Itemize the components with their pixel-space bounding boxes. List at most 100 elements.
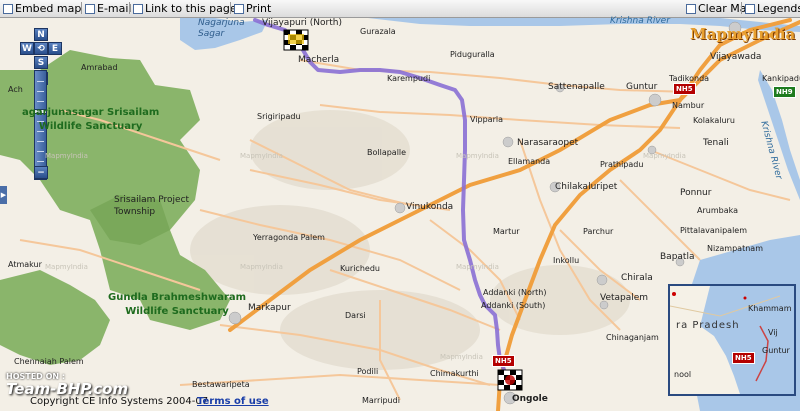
label-amrabad: Amrabad	[81, 63, 118, 72]
label-vetapalem: Vetapalem	[600, 293, 649, 303]
print-button[interactable]: Print	[234, 2, 271, 15]
legends-label: Legends	[757, 2, 800, 15]
label-vipparla: Vipparla	[470, 115, 503, 124]
label-chinaganjam: Chinaganjam	[606, 333, 659, 342]
copyright-text: Copyright CE Info Systems 2004-07	[30, 396, 209, 407]
toolbar-divider	[230, 2, 231, 14]
start-flag-icon[interactable]	[283, 29, 309, 51]
label-martur: Martur	[493, 227, 520, 236]
inset-label-vij: Vij	[768, 328, 778, 337]
label-nizampatnam: Nizampatnam	[707, 244, 763, 253]
label-srigiripadu: Srigiripadu	[257, 112, 301, 121]
watermark: MapmyIndia	[45, 263, 88, 271]
watermark: MapmyIndia	[240, 263, 283, 271]
label-nambur: Nambur	[672, 101, 705, 110]
email-button[interactable]: E-mail	[85, 2, 132, 15]
label-addanki-south: Addanki (South)	[481, 301, 546, 310]
label-chennaiah-palem: Chennaiah Palem	[14, 357, 84, 366]
zoom-tick	[37, 101, 44, 102]
highway-shield-nh5: NH5	[673, 83, 696, 95]
zoom-tick	[37, 81, 44, 82]
label-ongole: Ongole	[512, 394, 548, 404]
label-parchur: Parchur	[583, 227, 614, 236]
clear-map-icon	[686, 3, 696, 14]
label-markapur: Markapur	[248, 303, 291, 313]
label-chirala: Chirala	[621, 273, 653, 283]
label-kankipadu: Kankipadu	[762, 74, 800, 83]
watermark: MapmyIndia	[440, 353, 483, 361]
zoom-tick	[37, 91, 44, 92]
pan-west-button[interactable]: W	[20, 42, 34, 55]
watermark: MapmyIndia	[456, 152, 499, 160]
overview-inset-map[interactable]: ra Pradesh Khammam Vij Guntur nool NH5	[668, 284, 796, 396]
label-chimakurthi: Chimakurthi	[430, 369, 479, 378]
label-vijayawada: Vijayawada	[710, 52, 762, 62]
zoom-out-button[interactable]: −	[34, 166, 48, 179]
label-yerragonda-palem: Yerragonda Palem	[253, 233, 325, 242]
embed-map-label: Embed map	[15, 2, 82, 15]
label-kolakaluru: Kolakaluru	[693, 116, 735, 125]
label-kurichedu: Kurichedu	[340, 264, 380, 273]
label-sattenapalle: Sattenapalle	[548, 82, 605, 92]
recenter-button[interactable]: ⟲	[34, 42, 48, 55]
link-button[interactable]: Link to this page	[133, 2, 237, 15]
label-prathipadu: Prathipadu	[600, 160, 644, 169]
label-tadikonda: Tadikonda	[669, 74, 710, 83]
label-darsi: Darsi	[345, 311, 366, 320]
label-gurazala: Gurazala	[360, 27, 396, 36]
watermark: MapmyIndia	[45, 152, 88, 160]
end-flag-icon[interactable]	[497, 369, 523, 391]
label-bestawaripeta: Bestawaripeta	[192, 380, 250, 389]
label-gundla-sanctuary: Gundla Brahmeshwaram Wildlife Sanctuary	[108, 292, 247, 317]
label-ellamanda: Ellamanda	[508, 157, 551, 166]
side-panel-toggle[interactable]: ▶	[0, 186, 7, 204]
pan-east-button[interactable]: E	[48, 42, 62, 55]
watermark: MapmyIndia	[643, 152, 686, 160]
label-guntur: Guntur	[626, 82, 658, 92]
label-ponnur: Ponnur	[680, 188, 712, 198]
terms-of-use-link[interactable]: Terms of use	[197, 396, 269, 407]
label-vinukonda: Vinukonda	[406, 202, 454, 212]
label-nagarjuna-sagar: Nagarjuna Sagar	[198, 18, 245, 39]
label-atmakur: Atmakur	[8, 260, 42, 269]
embed-map-button[interactable]: Embed map	[3, 2, 81, 15]
label-addanki-north: Addanki (North)	[483, 288, 547, 297]
legends-icon	[745, 3, 755, 14]
highway-shield-nh5: NH5	[492, 355, 515, 367]
label-srisailam-township: Srisailam Project Township	[114, 195, 190, 217]
email-label: E-mail	[97, 2, 132, 15]
label-karempudi: Karempudi	[387, 74, 431, 83]
label-podili: Podili	[357, 367, 379, 376]
label-tenali: Tenali	[703, 138, 729, 148]
label-bapatla: Bapatla	[660, 252, 695, 262]
watermark: MapmyIndia	[456, 263, 499, 271]
label-arumbaka: Arumbaka	[697, 206, 738, 215]
print-icon	[234, 3, 244, 14]
label-marripudi: Marripudi	[362, 396, 400, 405]
zoom-tick	[37, 161, 44, 162]
inset-label-nool: nool	[674, 370, 692, 379]
pan-south-button[interactable]: S	[34, 56, 48, 69]
inset-label-khammam: Khammam	[748, 304, 792, 313]
toolbar-divider	[741, 2, 742, 14]
pan-north-button[interactable]: N	[34, 28, 48, 41]
highway-shield-nh9: NH9	[773, 86, 796, 98]
label-pittalavanipalem: Pittalavanipalem	[680, 226, 748, 235]
map-toolbar: Embed map E-mail Link to this page Print…	[0, 0, 800, 18]
mapmyindia-logo: MapmyIndia	[690, 25, 796, 43]
inset-label-state: ra Pradesh	[676, 320, 740, 331]
label-piduguralla: Piduguralla	[450, 50, 495, 59]
clear-map-button[interactable]: Clear Map	[686, 2, 753, 15]
embed-icon	[3, 3, 13, 14]
email-icon	[85, 3, 95, 14]
toolbar-divider	[129, 2, 130, 14]
link-icon	[133, 3, 143, 14]
zoom-tick	[37, 151, 44, 152]
inset-highway-shield-nh5: NH5	[732, 352, 755, 364]
watermark: MapmyIndia	[240, 152, 283, 160]
label-krishna-river: Krishna River	[610, 16, 670, 26]
label-vijayapuri: Vijayapuri (North)	[262, 18, 342, 28]
label-chilakaluripet: Chilakaluripet	[555, 182, 618, 192]
legends-button[interactable]: Legends	[745, 2, 800, 15]
label-srisailam-sanctuary: agarjunasagar Srisailam Wildlife Sanctua…	[22, 107, 160, 132]
